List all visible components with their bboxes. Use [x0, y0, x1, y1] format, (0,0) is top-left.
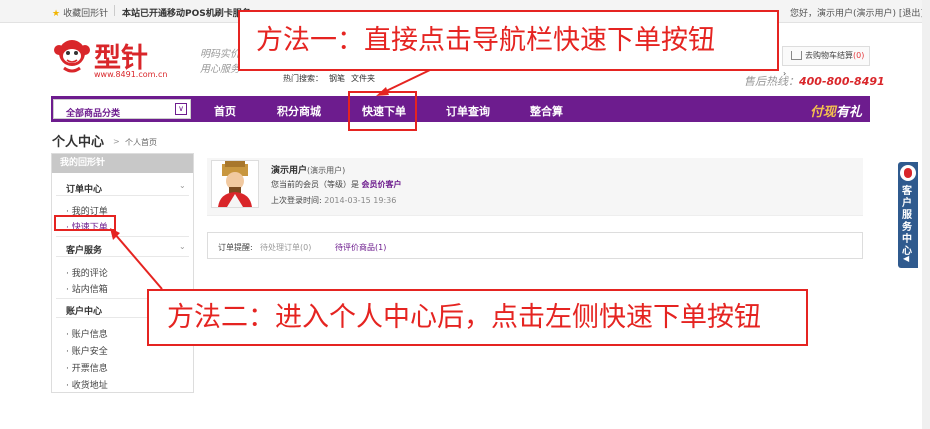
annotation-method-2: 方法二：进入个人中心后，点击左侧快速下单按钮: [147, 289, 808, 346]
annotation-arrow-1: [381, 69, 431, 94]
arrowhead-1-icon: [376, 87, 389, 96]
annotation-arrow-2: [113, 232, 163, 290]
annotation-method-1: 方法一：直接点击导航栏快速下单按钮: [238, 10, 779, 71]
